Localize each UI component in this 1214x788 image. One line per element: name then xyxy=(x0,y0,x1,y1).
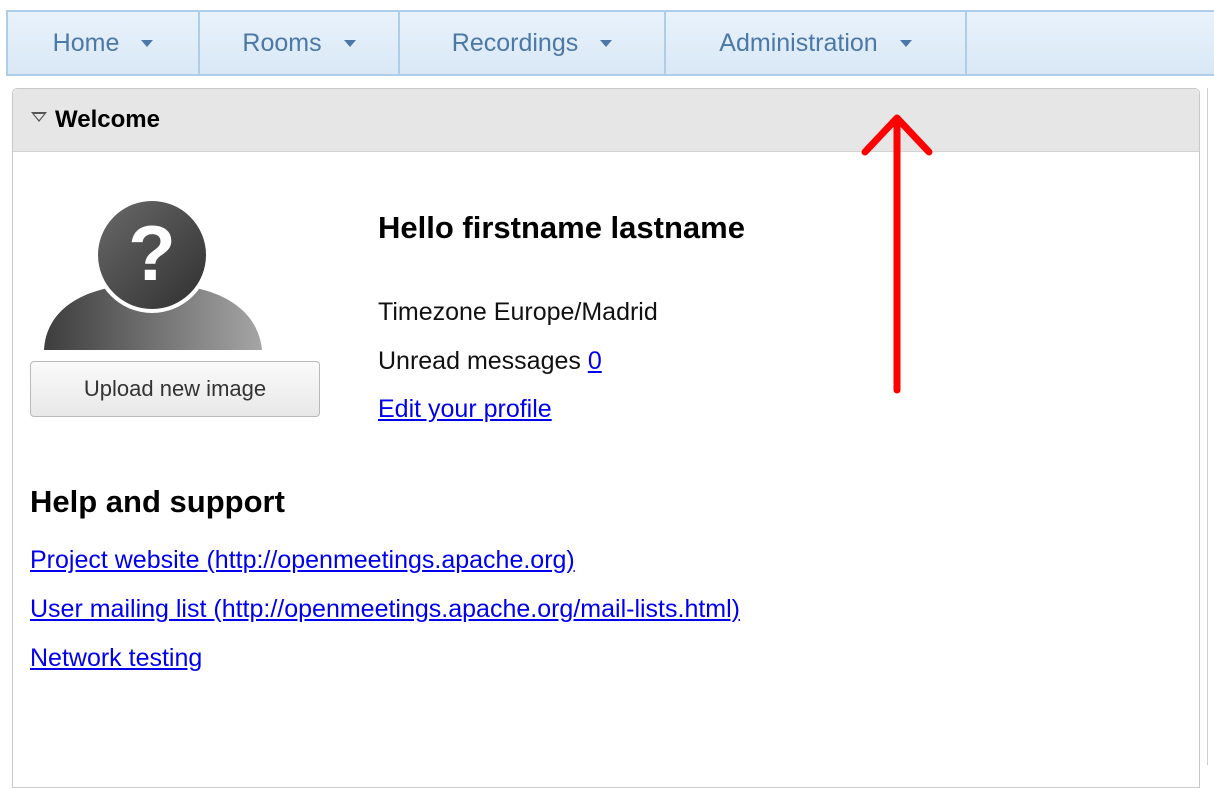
menu-rooms[interactable]: Rooms xyxy=(200,12,400,74)
caret-down-icon xyxy=(343,39,356,47)
edit-profile-link[interactable]: Edit your profile xyxy=(378,395,552,423)
timezone-text: Timezone Europe/Madrid xyxy=(378,298,658,326)
caret-down-icon xyxy=(600,39,613,47)
unread-messages-row: Unread messages 0 xyxy=(378,347,602,376)
triangle-down-icon[interactable] xyxy=(31,112,47,122)
unread-messages-count-link[interactable]: 0 xyxy=(588,347,602,375)
menu-home[interactable]: Home xyxy=(8,12,200,74)
red-annotation-arrow xyxy=(861,114,933,394)
menu-recordings[interactable]: Recordings xyxy=(400,12,666,74)
welcome-panel: Welcome xyxy=(12,88,1200,788)
right-panel-edge xyxy=(1207,88,1214,765)
caret-down-icon xyxy=(899,39,912,47)
unknown-user-avatar-icon: ? xyxy=(44,200,262,350)
welcome-panel-title: Welcome xyxy=(55,106,160,133)
caret-down-icon xyxy=(141,39,154,47)
edit-profile-row: Edit your profile xyxy=(378,395,552,424)
help-support-heading: Help and support xyxy=(30,484,285,519)
greeting-heading: Hello firstname lastname xyxy=(378,210,745,245)
user-mailing-list-link[interactable]: User mailing list (http://openmeetings.a… xyxy=(30,595,740,624)
main-menu-bar: Home Rooms Recordings Administration xyxy=(6,10,1214,76)
network-testing-link[interactable]: Network testing xyxy=(30,644,202,673)
menu-administration[interactable]: Administration xyxy=(666,12,967,74)
menu-home-label: Home xyxy=(52,28,120,57)
menu-rooms-label: Rooms xyxy=(242,28,322,57)
welcome-panel-header[interactable]: Welcome xyxy=(13,89,1199,152)
unread-messages-label: Unread messages xyxy=(378,347,581,375)
upload-new-image-button[interactable]: Upload new image xyxy=(30,361,320,417)
svg-text:?: ? xyxy=(128,209,176,297)
project-website-link[interactable]: Project website (http://openmeetings.apa… xyxy=(30,546,575,575)
menu-administration-label: Administration xyxy=(719,28,878,57)
menu-recordings-label: Recordings xyxy=(451,28,579,57)
